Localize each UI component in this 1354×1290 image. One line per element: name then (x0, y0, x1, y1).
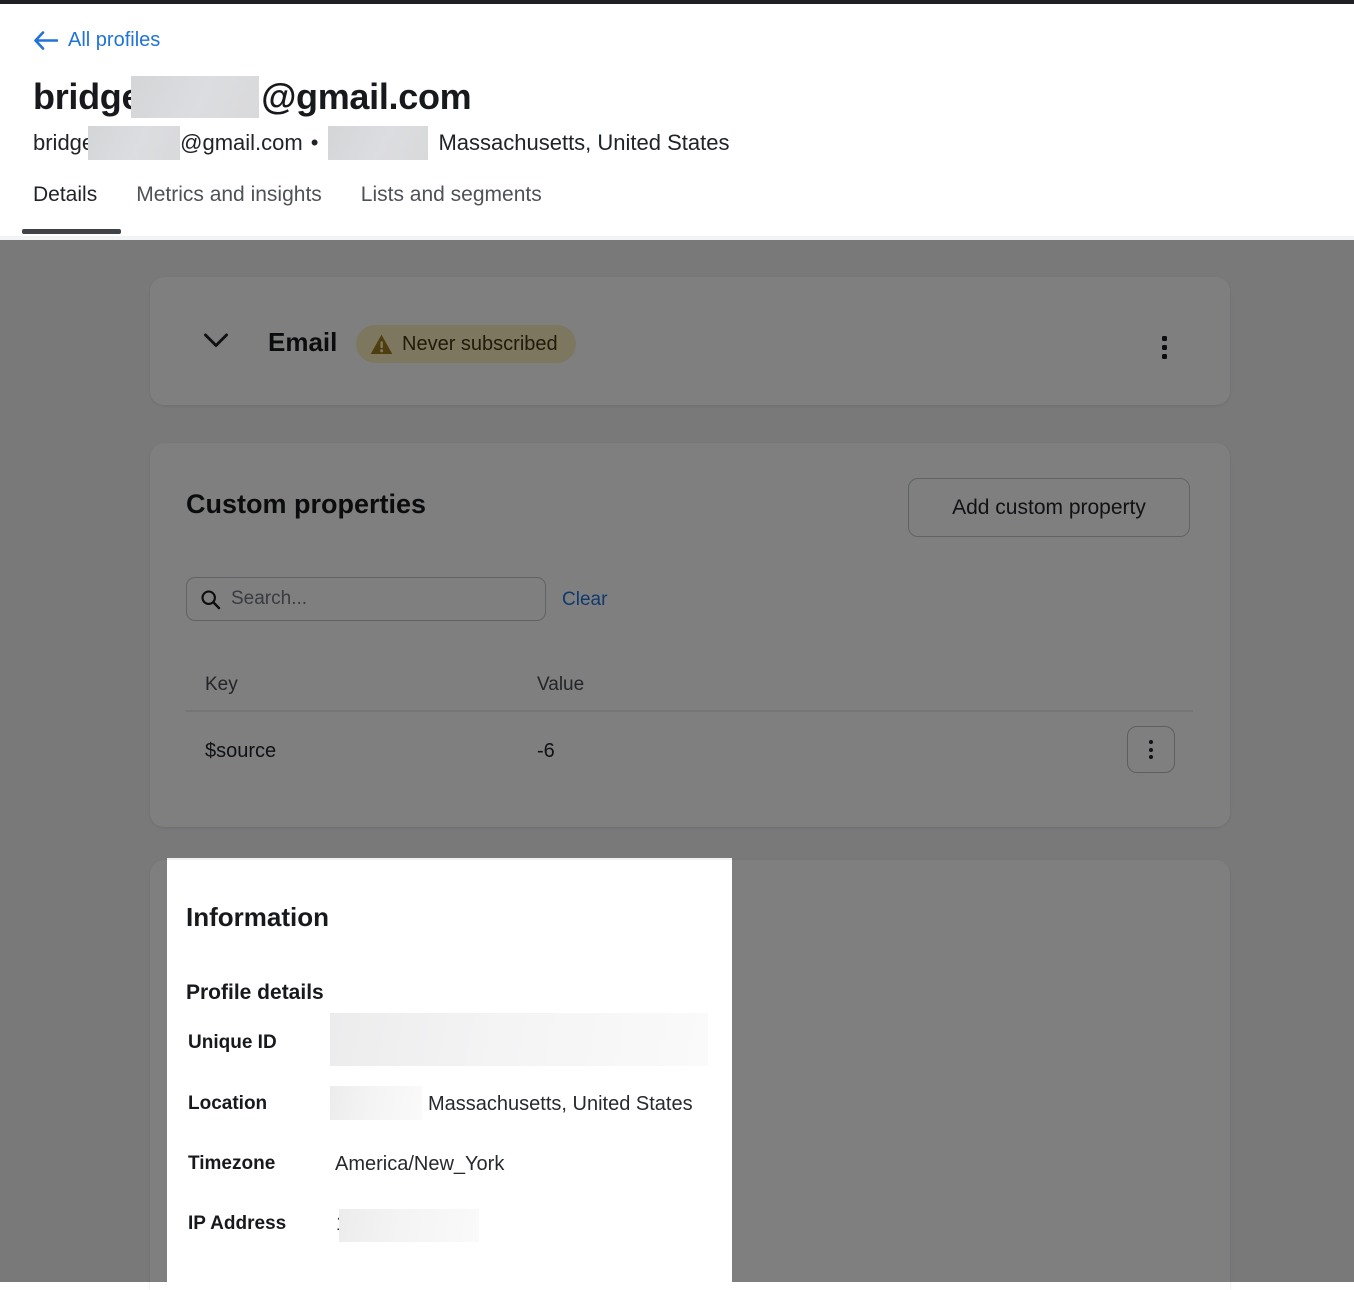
redaction-box (88, 126, 180, 160)
tab-details[interactable]: Details (33, 183, 97, 207)
profile-tabs: Details Metrics and insights Lists and s… (33, 183, 542, 207)
profile-title: bridge @gmail.com (33, 76, 471, 118)
window-top-bar (0, 0, 1354, 4)
custom-properties-title: Custom properties (186, 489, 426, 520)
column-header-value: Value (537, 674, 584, 696)
chevron-down-icon[interactable] (203, 333, 229, 354)
subtitle-location: Massachusetts, United States (438, 130, 729, 156)
left-arrow-icon (33, 31, 58, 50)
profile-title-suffix: @gmail.com (261, 76, 471, 118)
custom-properties-search[interactable] (186, 577, 546, 621)
timezone-label: Timezone (188, 1153, 275, 1175)
email-kebab-menu-icon[interactable] (1150, 329, 1178, 365)
redaction-box (339, 1209, 479, 1242)
subtitle-separator: • (311, 130, 319, 156)
location-value: Massachusetts, United States (428, 1093, 693, 1116)
subtitle-email-suffix: @gmail.com (180, 130, 303, 156)
email-card-title: Email (268, 327, 337, 358)
add-custom-property-button[interactable]: Add custom property (908, 478, 1190, 537)
active-tab-underline (22, 229, 121, 234)
redaction-box (330, 1013, 708, 1066)
tab-metrics-and-insights[interactable]: Metrics and insights (136, 183, 322, 207)
table-row-key: $source (205, 740, 276, 763)
location-label: Location (188, 1093, 267, 1115)
back-link-label: All profiles (68, 29, 160, 52)
custom-properties-card: Custom properties Add custom property Cl… (150, 443, 1230, 827)
tab-lists-and-segments[interactable]: Lists and segments (361, 183, 542, 207)
redaction-box (328, 126, 428, 160)
redaction-box (131, 76, 259, 118)
search-icon (200, 589, 221, 610)
information-title: Information (186, 902, 329, 933)
never-subscribed-badge: Never subscribed (356, 325, 576, 363)
badge-label: Never subscribed (402, 333, 558, 356)
redaction-box (330, 1086, 422, 1120)
column-header-key: Key (205, 674, 238, 696)
email-card: Email Never subscribed (150, 277, 1230, 405)
profile-details-heading: Profile details (186, 981, 324, 1005)
ip-address-label: IP Address (188, 1213, 286, 1235)
timezone-value: America/New_York (335, 1153, 504, 1176)
search-input[interactable] (231, 588, 521, 610)
warning-triangle-icon (370, 334, 393, 355)
table-divider (186, 710, 1193, 712)
information-card: Information Profile details Unique ID Lo… (150, 860, 1230, 1290)
table-row-value: -6 (537, 740, 555, 763)
profile-subtitle: bridge @gmail.com • Massachusetts, Unite… (33, 126, 729, 160)
profile-title-prefix: bridge (33, 76, 141, 118)
unique-id-label: Unique ID (188, 1032, 277, 1054)
subtitle-email-prefix: bridge (33, 130, 94, 156)
clear-search-link[interactable]: Clear (562, 589, 607, 611)
back-to-all-profiles-link[interactable]: All profiles (33, 29, 160, 52)
row-kebab-menu-button[interactable] (1127, 726, 1175, 773)
